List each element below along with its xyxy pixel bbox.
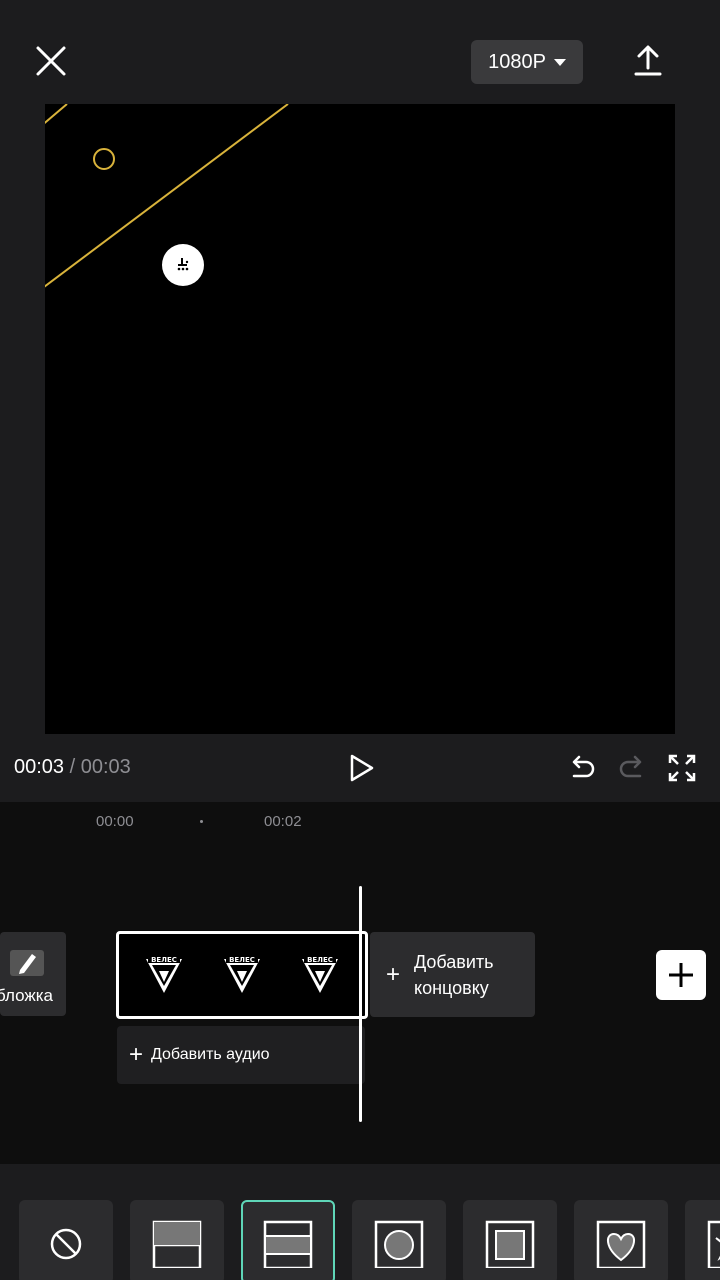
circle-mask-icon: [374, 1220, 424, 1268]
add-ending-label: Добавить концовку: [414, 951, 494, 998]
mask-rectangle[interactable]: [463, 1200, 557, 1280]
redo-icon: [619, 755, 642, 778]
plus-icon: +: [386, 960, 401, 988]
linear-mask-icon: [152, 1220, 202, 1268]
top-bar: 1080P: [0, 0, 720, 104]
feather-icon: [177, 258, 189, 271]
add-audio-button[interactable]: + Добавить аудио: [117, 1026, 365, 1084]
cover-button[interactable]: бложка: [0, 932, 66, 1016]
add-clip-button[interactable]: [656, 950, 706, 1000]
redo-button[interactable]: [616, 752, 648, 784]
fullscreen-button[interactable]: [666, 752, 698, 784]
plus-icon: +: [129, 1041, 144, 1068]
resolution-dropdown[interactable]: 1080P: [471, 40, 583, 84]
ruler-tick-label: 00:02: [264, 813, 302, 830]
mask-guide-lines: [45, 104, 289, 288]
rectangle-mask-icon: [485, 1220, 535, 1268]
time-separator: /: [69, 756, 76, 778]
mirror-mask-icon: [263, 1220, 313, 1268]
play-button[interactable]: [344, 750, 378, 786]
export-button[interactable]: [630, 42, 670, 82]
clip-thumbnail: ВЕЛЕС: [302, 955, 338, 993]
undo-icon: [572, 755, 595, 778]
plus-icon: [669, 963, 693, 987]
cover-label: бложка: [0, 986, 53, 1005]
playback-controls: 00:03 / 00:03: [0, 738, 720, 800]
edit-pencil-icon: [10, 950, 44, 976]
ruler-dot: [200, 820, 203, 823]
mask-circle[interactable]: [352, 1200, 446, 1280]
clip-logo-text: ВЕЛЕС: [151, 956, 177, 964]
video-clip[interactable]: ВЕЛЕС ВЕЛЕС ВЕЛЕС: [116, 931, 368, 1019]
mask-none[interactable]: [19, 1200, 113, 1280]
playhead[interactable]: [359, 886, 362, 1122]
video-preview[interactable]: [45, 104, 675, 734]
ruler-tick-label: 00:00: [96, 813, 134, 830]
add-audio-label: Добавить аудио: [151, 1046, 270, 1063]
upload-icon: [634, 45, 662, 76]
mask-heart[interactable]: [574, 1200, 668, 1280]
play-icon: [350, 754, 374, 782]
fullscreen-icon: [668, 754, 696, 782]
mask-star[interactable]: [685, 1200, 720, 1280]
resolution-label: 1080P: [488, 50, 546, 73]
clip-thumbnail: ВЕЛЕС: [146, 955, 182, 993]
current-time: 00:03: [14, 756, 65, 778]
timeline[interactable]: 00:00 00:02 бложка ВЕЛЕС ВЕЛЕС ВЕЛЕС + Д…: [0, 802, 720, 1164]
mask-mirror[interactable]: [241, 1200, 335, 1280]
clip-thumbnail: ВЕЛЕС: [224, 955, 260, 993]
caret-down-icon: [553, 58, 566, 66]
mask-toolbar: [0, 1164, 720, 1280]
none-mask-icon: [50, 1228, 82, 1260]
close-icon: [36, 46, 66, 76]
star-mask-icon: [707, 1220, 720, 1268]
total-time: 00:03: [80, 756, 131, 778]
clip-logo-text: ВЕЛЕС: [229, 956, 255, 964]
time-display: 00:03 / 00:03: [14, 756, 131, 779]
undo-button[interactable]: [566, 752, 598, 784]
mask-linear[interactable]: [130, 1200, 224, 1280]
add-ending-button[interactable]: + Добавить концовку: [370, 932, 535, 1017]
heart-mask-icon: [596, 1220, 646, 1268]
close-button[interactable]: [30, 42, 70, 82]
mask-adjust-handle[interactable]: [162, 244, 204, 286]
clip-logo-text: ВЕЛЕС: [307, 956, 333, 964]
